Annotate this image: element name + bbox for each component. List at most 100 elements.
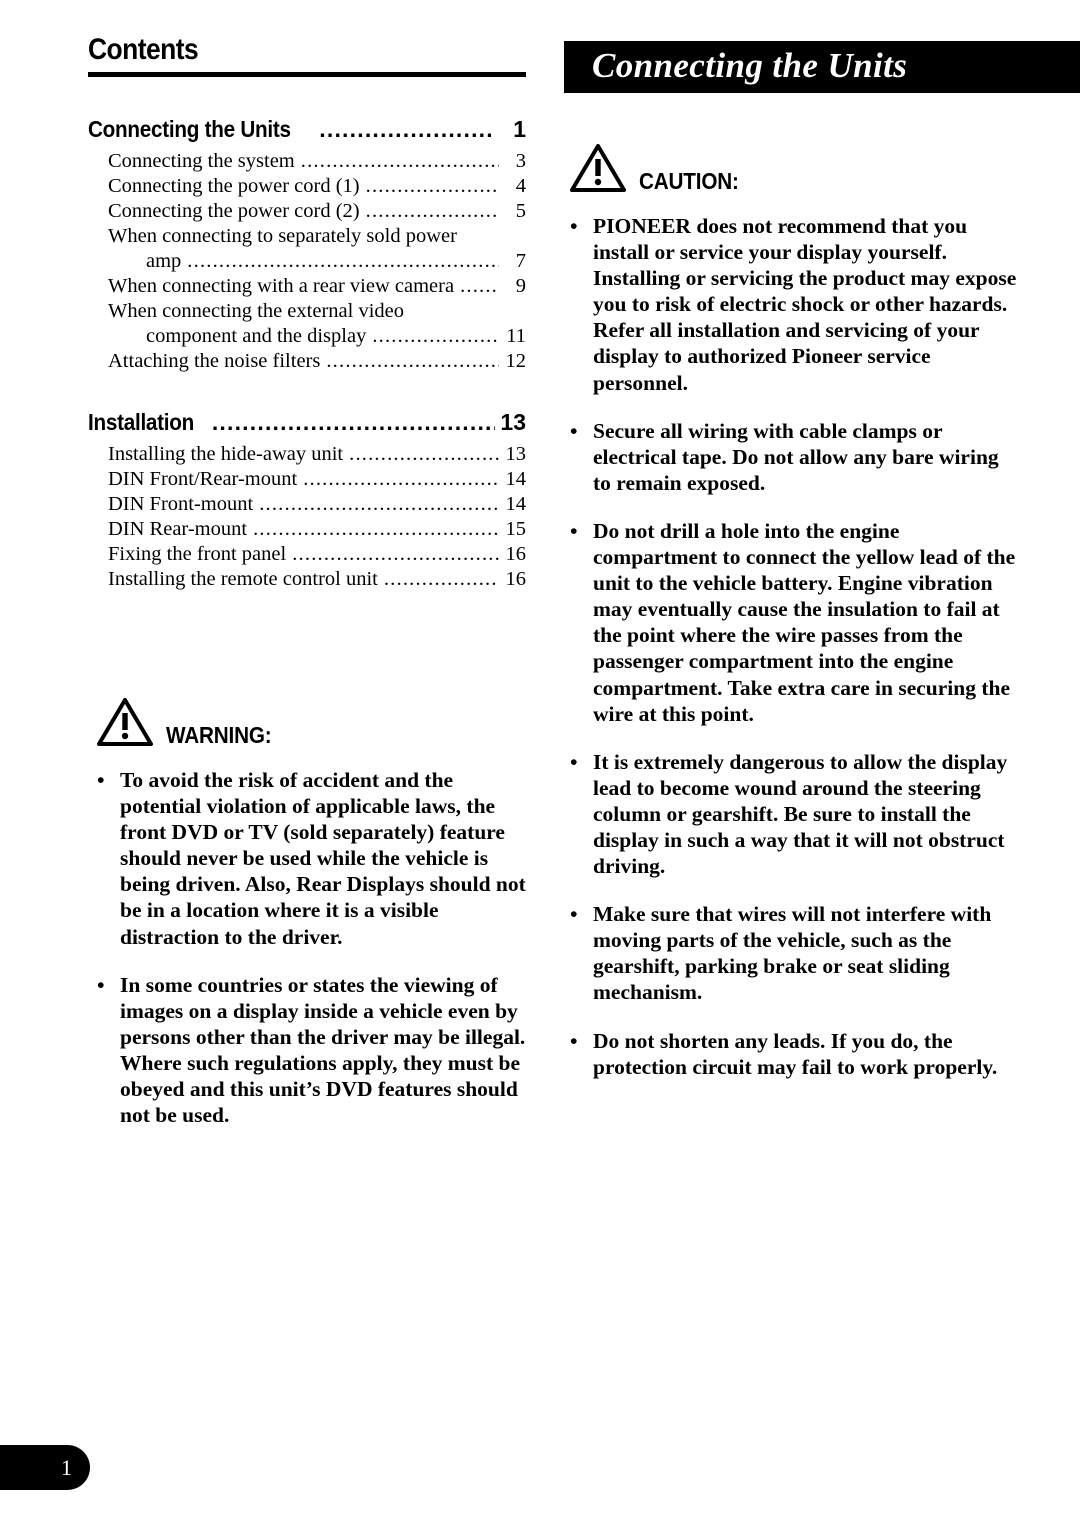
toc-leader-dots: ................................ [319,116,495,142]
toc-entry-sub[interactable]: DIN Front/Rear-mount....................… [88,467,526,492]
toc-entry-page: 7 [515,250,526,272]
toc-entry-page: 9 [515,275,526,297]
warning-label: WARNING: [166,722,272,748]
toc-group: Connecting the Units....................… [88,111,528,374]
toc-entry-sub[interactable]: Attaching the noise filters.............… [88,349,526,374]
caution-bullet-item: • Make sure that wires will not interfere… [570,901,1020,1005]
toc-leader-dots: .............................. [326,350,499,372]
toc-entry-label: Connecting the power cord (2) [108,200,360,222]
toc-entry-label: DIN Front-mount [108,493,254,515]
toc-leader-dots: .......................... [349,443,499,465]
toc-entry-sub[interactable]: Connecting the system...................… [88,149,526,174]
bullet-marker-icon: • [570,749,578,774]
title-divider [88,72,526,77]
page-number: 1 [61,1454,72,1480]
toc-entry-sub[interactable]: component and the display...............… [88,324,526,349]
bullet-marker-icon: • [570,1028,578,1053]
bullet-text: Make sure that wires will not interfere … [593,902,992,1005]
toc-leader-dots: .......................... [365,175,499,197]
bullet-marker-icon: • [97,972,105,997]
bullet-text: To avoid the risk of accident and the po… [120,768,526,949]
toc-entry-sub[interactable]: When connecting with a rear view camera.… [88,274,526,299]
toc-entry-page: 13 [505,443,527,465]
caution-bullet-item: • PIONEER does not recommend that you ins… [570,213,1020,396]
caution-header: CAUTION: [570,144,1020,197]
contents-column: Contents Connecting the Units...........… [88,34,528,594]
bullet-text: It is extremely dangerous to allow the d… [593,749,1008,879]
toc-entry-sub[interactable]: DIN Front-mount.........................… [88,492,526,517]
toc-sub-list: Installing the hide-away unit...........… [88,442,528,592]
bullet-text: Do not shorten any leads. If you do, the… [593,1028,998,1079]
toc-leader-dots: ........................................… [259,493,499,515]
toc-entry-page: 16 [505,543,527,565]
toc-leader-dots: ....................... [372,325,499,347]
caution-bullet-item: • Do not drill a hole into the engine com… [570,518,1020,727]
section-title: Connecting the Units [592,46,908,86]
warning-block: WARNING: • To avoid the risk of accident … [97,698,527,1128]
warning-bullet-item: • To avoid the risk of accident and the p… [97,767,527,950]
toc-leader-dots: ..................................... [292,543,499,565]
bullet-text: In some countries or states the viewing … [120,972,526,1128]
toc-entry-main[interactable]: Installation............................… [88,404,526,440]
warning-bullet-item: • In some countries or states the viewing… [97,972,527,1129]
toc-entry-label: Fixing the front panel [108,543,287,565]
toc-entry-sub[interactable]: amp.....................................… [88,249,526,274]
toc-leader-dots: .................................... [303,468,499,490]
bullet-text: PIONEER does not recommend that you inst… [593,214,1017,395]
toc-entry-sub[interactable]: Fixing the front panel..................… [88,542,526,567]
toc-entry-main[interactable]: Connecting the Units....................… [88,111,526,147]
caution-bullet-item: • Secure all wiring with cable clamps or … [570,418,1020,496]
toc-entry-sub[interactable]: DIN Rear-mount..........................… [88,517,526,542]
toc-leader-dots: ...... [460,275,499,297]
toc-entry-label: Connecting the Units [88,116,291,142]
document-page: Contents Connecting the Units...........… [0,0,1080,1533]
toc-entry-page: 16 [505,568,527,590]
toc-entry-sub: When connecting the external video [88,299,526,324]
toc-entry-label: When connecting the external video [108,300,404,322]
bullet-marker-icon: • [570,214,578,238]
caution-bullet-item: • Do not shorten any leads. If you do, th… [570,1028,1020,1080]
toc-entry-page: 15 [505,518,527,540]
page-number-badge: 1 [0,1445,90,1490]
toc-leader-dots: ................... [383,568,499,590]
page-title: Contents [88,33,199,66]
bullet-text: Do not drill a hole into the engine comp… [593,518,1016,726]
toc-entry-label: DIN Rear-mount [108,518,248,540]
warning-triangle-icon [570,144,626,197]
toc-entry-label: Installation [88,409,195,435]
toc-entry-label: amp [146,250,182,272]
warning-header: WARNING: [97,698,527,751]
toc-entry-page: 5 [515,200,526,222]
toc-leader-dots: .......................... [365,200,499,222]
toc-leader-dots: ........................................… [187,250,499,272]
toc-entry-label: When connecting to separately sold power [108,225,457,247]
toc-entry-sub[interactable]: Installing the hide-away unit...........… [88,442,526,467]
toc-entry-label: DIN Front/Rear-mount [108,468,298,490]
toc-entry-page: 14 [505,468,527,490]
toc-leader-dots: ..................................... [300,150,499,172]
toc-entry-sub[interactable]: Connecting the power cord (1)...........… [88,174,526,199]
toc-entry-label: Installing the hide-away unit [108,443,344,465]
toc-entry-sub[interactable]: Installing the remote control unit......… [88,567,526,592]
bullet-text: Secure all wiring with cable clamps or e… [593,418,999,495]
toc-entry-label: Installing the remote control unit [108,568,378,590]
section-banner: Connecting the Units [564,41,1080,93]
caution-bullet-item: • It is extremely dangerous to allow the … [570,749,1020,879]
warning-triangle-icon [97,698,153,751]
bullet-marker-icon: • [570,902,578,927]
toc-entry-label: Connecting the power cord (1) [108,175,360,197]
toc-leader-dots: ........................................… [211,409,495,435]
toc-entry-page: 12 [505,350,527,372]
caution-label: CAUTION: [639,168,739,194]
toc-entry-sub: When connecting to separately sold power [88,224,526,249]
warning-bullet-list: • To avoid the risk of accident and the p… [97,767,527,1128]
toc-entry-page: 11 [506,325,526,347]
toc-entry-page: 14 [505,493,527,515]
bullet-marker-icon: • [570,418,578,443]
toc-entry-label: When connecting with a rear view camera [108,275,455,297]
toc-entry-sub[interactable]: Connecting the power cord (2)...........… [88,199,526,224]
bullet-marker-icon: • [97,768,105,792]
toc-entry-page: 1 [513,116,526,142]
toc-entry-label: component and the display [146,325,367,347]
toc-group: Installation............................… [88,404,528,592]
